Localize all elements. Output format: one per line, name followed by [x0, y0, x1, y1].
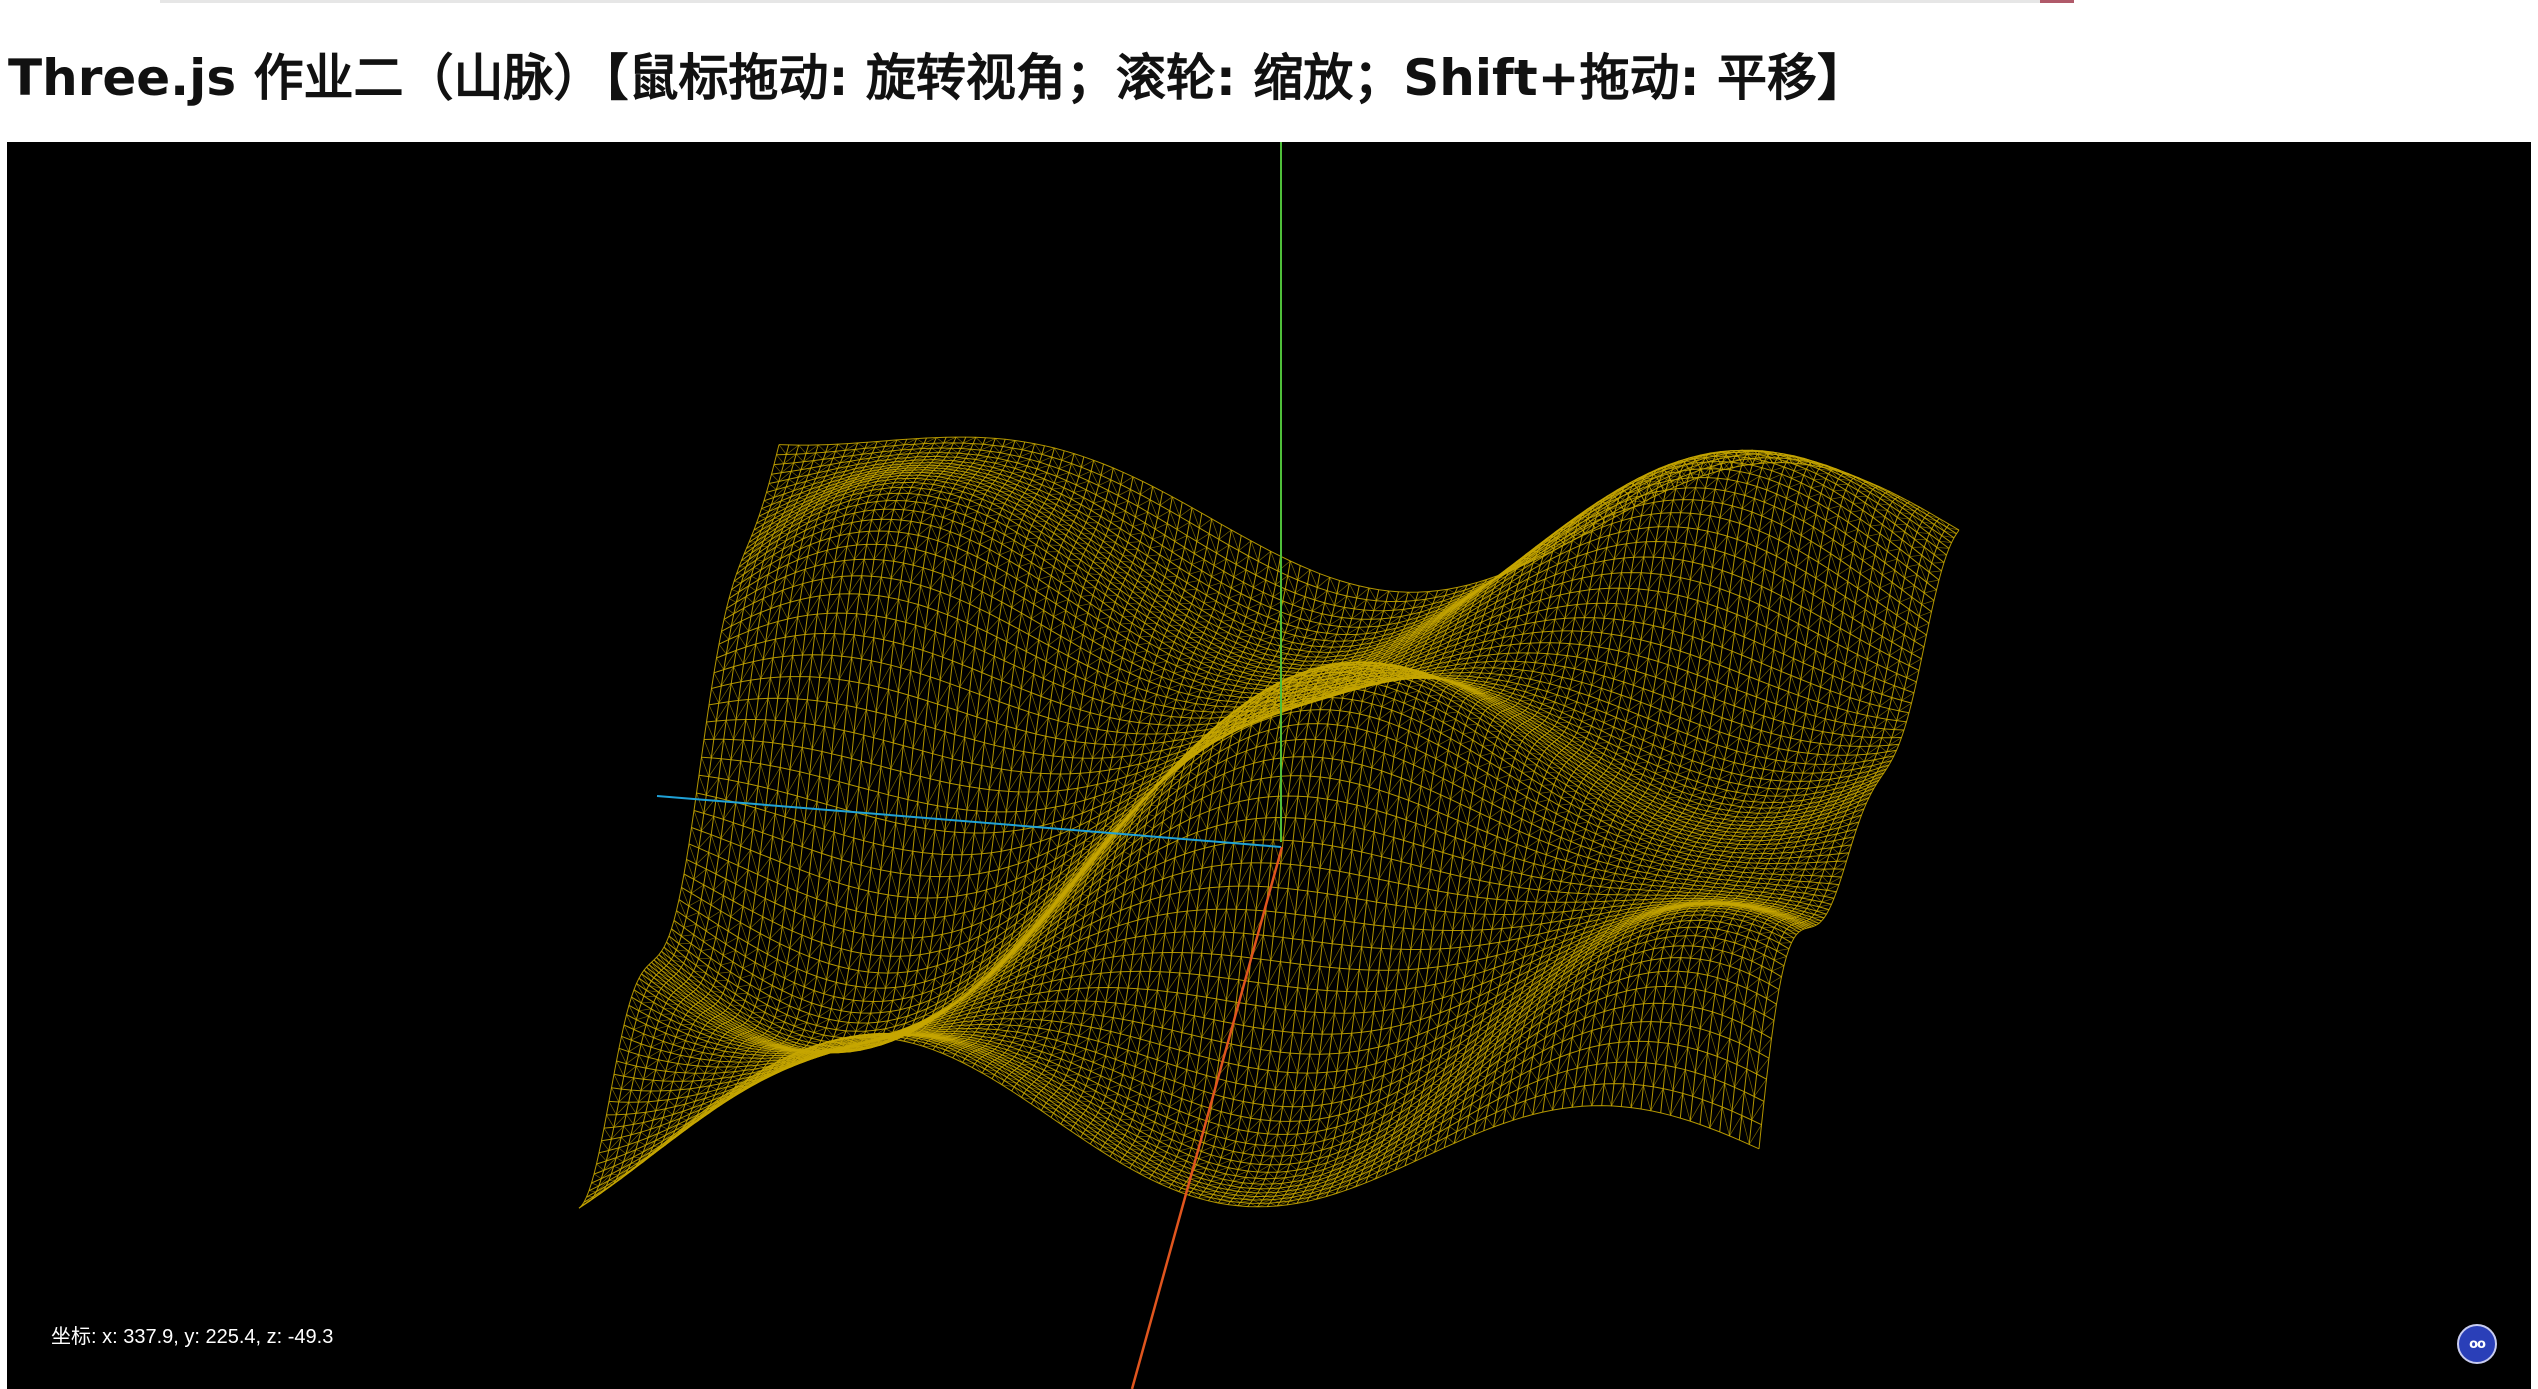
page-title: Three.js 作业二（山脉）【鼠标拖动: 旋转视角；滚轮: 缩放；Shift…: [8, 49, 1867, 107]
threejs-canvas[interactable]: 坐标: x: 337.9, y: 225.4, z: -49.3 oo: [7, 142, 2531, 1389]
browser-top-strip: [160, 0, 2060, 3]
coordinate-readout: 坐标: x: 337.9, y: 225.4, z: -49.3: [51, 1326, 334, 1348]
mountain-scene[interactable]: [7, 142, 2531, 1389]
stats-face-icon[interactable]: oo: [2457, 1324, 2497, 1364]
page: Three.js 作业二（山脉）【鼠标拖动: 旋转视角；滚轮: 缩放；Shift…: [0, 0, 2538, 1389]
browser-top-mark: [2040, 0, 2074, 3]
stats-button-glyph: oo: [2469, 1336, 2486, 1352]
